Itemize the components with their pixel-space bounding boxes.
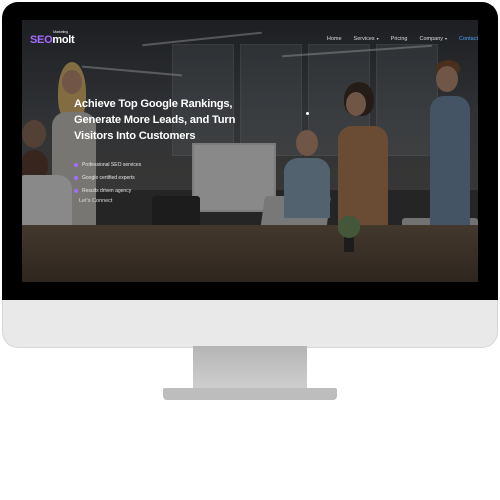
monitor-chin <box>2 300 498 348</box>
nav-company[interactable]: Company ▾ <box>419 36 447 42</box>
nav-home-label: Home <box>326 36 342 42</box>
logo-brand-suffix: molt <box>52 34 75 46</box>
hero-bullet: Professional SEO services <box>74 162 254 168</box>
hero-bullet: Results driven agency <box>74 188 254 194</box>
hero-headline: Achieve Top Google Rankings, Generate Mo… <box>74 98 236 142</box>
nav-pricing-label: Pricing <box>390 36 408 42</box>
lets-connect-link[interactable]: Let's Connect <box>79 198 112 204</box>
hero-bullet-list: Professional SEO services Google certifi… <box>74 162 254 194</box>
nav-company-label: Company <box>419 36 444 42</box>
logo-tagline: Marketing <box>53 29 68 34</box>
nav-services-label: Services <box>353 36 375 42</box>
monitor-stand-base <box>163 388 337 400</box>
nav-home[interactable]: Home <box>327 36 342 42</box>
site-logo[interactable]: SEOmolt Marketing <box>30 29 75 46</box>
dot-icon <box>74 163 78 167</box>
nav-services[interactable]: Services ▾ <box>354 36 379 42</box>
chevron-down-icon: ▾ <box>376 36 379 41</box>
hero-section: Achieve Top Google Rankings, Generate Mo… <box>74 96 254 201</box>
hero-bullet: Google certified experts <box>74 175 254 181</box>
hero-bullet-text: Professional SEO services <box>82 162 142 168</box>
desktop-monitor: SEOmolt Marketing Home Services ▾ Pricing… <box>0 0 500 400</box>
dot-icon <box>74 176 78 180</box>
nav-pricing[interactable]: Pricing <box>391 36 408 42</box>
hero-bullet-text: Google certified experts <box>82 175 135 181</box>
dot-icon <box>74 189 78 193</box>
logo-brand-main: SEO <box>30 34 53 46</box>
hero-bullet-text: Results driven agency <box>82 188 132 194</box>
monitor-stand-neck <box>193 346 307 390</box>
carousel-indicator[interactable] <box>306 112 309 115</box>
website-screen: SEOmolt Marketing Home Services ▾ Pricing… <box>22 20 478 282</box>
main-navigation: Home Services ▾ Pricing Company ▾ Contact <box>327 36 478 42</box>
chevron-down-icon: ▾ <box>445 36 448 41</box>
nav-contact[interactable]: Contact <box>459 36 478 42</box>
nav-contact-label: Contact <box>459 36 478 42</box>
